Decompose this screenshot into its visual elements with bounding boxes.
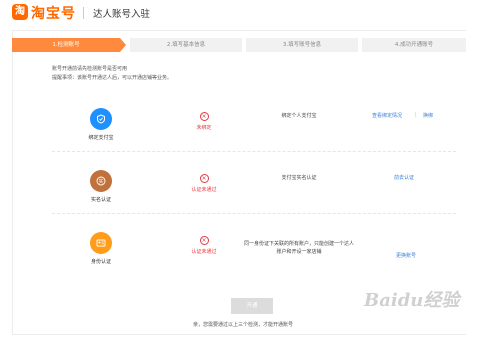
- check-row-realname: 实 实名认证 × 认证未通过 支付宝实名认证 前去认证: [52, 160, 456, 214]
- baidu-watermark: Baidu经验: [364, 290, 460, 311]
- header-divider: [83, 7, 84, 19]
- rebind-link[interactable]: 换绑: [423, 112, 433, 119]
- error-x-icon: ×: [199, 174, 209, 183]
- footer-note: 亲，您需要通过以上三个检测，才能开通账号: [193, 322, 294, 328]
- notice-line-2: 提醒事项：该账号开通达人后，可以开通店铺等业务。: [52, 75, 173, 81]
- alipay-shield-icon: [90, 108, 112, 130]
- status-text: 认证未通过: [191, 249, 217, 255]
- id-card-icon: [90, 232, 112, 254]
- status-failed: × 认证未通过: [182, 236, 226, 255]
- row-label: 实名认证: [90, 197, 111, 203]
- error-x-icon: ×: [199, 236, 209, 245]
- row-label: 身份认证: [90, 259, 111, 265]
- action-divider: |: [415, 112, 417, 118]
- row-description: 支付宝实名认证: [281, 175, 317, 181]
- open-account-button[interactable]: 开通: [231, 298, 273, 314]
- status-text: 认证未通过: [191, 187, 217, 193]
- step-success: 4.成功开通账号: [362, 38, 466, 52]
- change-account-link[interactable]: 更换账号: [396, 252, 416, 259]
- realname-icon: 实: [90, 170, 112, 192]
- check-row-identity: 身份认证 × 认证未通过 同一身份证下关联的所有账户，只能创建一个达人账户和开设…: [52, 222, 456, 290]
- logo-text: 淘宝号: [31, 6, 76, 22]
- row-description: 绑定个人支付宝: [281, 113, 317, 119]
- notice-line-1: 账号开通前请先检测账号是否可用: [52, 66, 128, 72]
- row-label: 绑定支付宝: [88, 135, 114, 141]
- svg-text:实: 实: [98, 178, 103, 185]
- check-row-alipay: 绑定支付宝 × 未绑定 绑定个人支付宝 查看绑定情况 | 换绑: [52, 98, 456, 152]
- error-x-icon: ×: [199, 112, 209, 121]
- row-description: 同一身份证下关联的所有账户，只能创建一个达人账户和开设一家店铺: [244, 241, 355, 255]
- progress-steps: 1.检测账号 2.填写基本信息 3.填写账号信息 4.成功开通账号: [12, 38, 466, 52]
- step-basic-info: 2.填写基本信息: [130, 38, 242, 52]
- go-verify-link[interactable]: 前去认证: [394, 174, 414, 181]
- status-unbound: × 未绑定: [182, 112, 226, 131]
- step-arrow-icon: [120, 38, 126, 52]
- view-binding-link[interactable]: 查看绑定情况: [372, 112, 402, 119]
- page-title: 达人账号入驻: [93, 9, 151, 20]
- taobao-logo-icon: 淘: [12, 4, 28, 20]
- step-account-info: 3.填写账号信息: [246, 38, 358, 52]
- top-bar: 淘 淘宝号 达人账号入驻: [0, 0, 480, 26]
- step-check-account: 1.检测账号: [12, 38, 120, 52]
- status-text: 未绑定: [196, 125, 212, 131]
- status-failed: × 认证未通过: [182, 174, 226, 193]
